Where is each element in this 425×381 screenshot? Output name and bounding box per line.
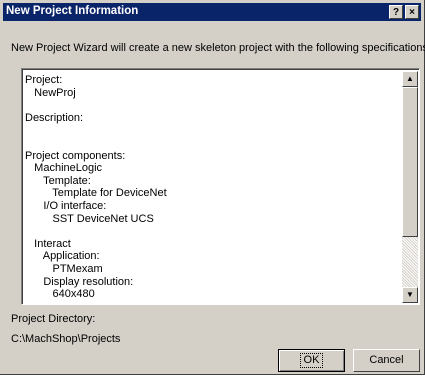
- intro-text: New Project Wizard will create a new ske…: [11, 42, 425, 54]
- project-directory-label: Project Directory:: [11, 313, 96, 325]
- summary-textbox[interactable]: Project: NewProj Description: Project co…: [21, 68, 420, 305]
- vertical-scrollbar[interactable]: ▲ ▼: [402, 71, 418, 303]
- scrollbar-thumb[interactable]: [402, 87, 418, 237]
- window-title: New Project Information: [6, 5, 139, 17]
- help-icon[interactable]: ?: [389, 5, 403, 19]
- scroll-down-icon[interactable]: ▼: [402, 287, 418, 303]
- close-icon[interactable]: ×: [405, 5, 419, 19]
- cancel-button[interactable]: Cancel: [353, 349, 420, 372]
- project-directory-value: C:\MachShop\Projects: [11, 333, 121, 345]
- scroll-up-icon[interactable]: ▲: [402, 71, 418, 87]
- project-summary-text: Project: NewProj Description: Project co…: [25, 74, 167, 301]
- title-bar[interactable]: New Project Information ? ×: [3, 3, 421, 21]
- ok-button-label: OK: [299, 353, 324, 368]
- ok-button[interactable]: OK: [278, 349, 345, 372]
- new-project-information-dialog: New Project Information ? × New Project …: [0, 0, 425, 375]
